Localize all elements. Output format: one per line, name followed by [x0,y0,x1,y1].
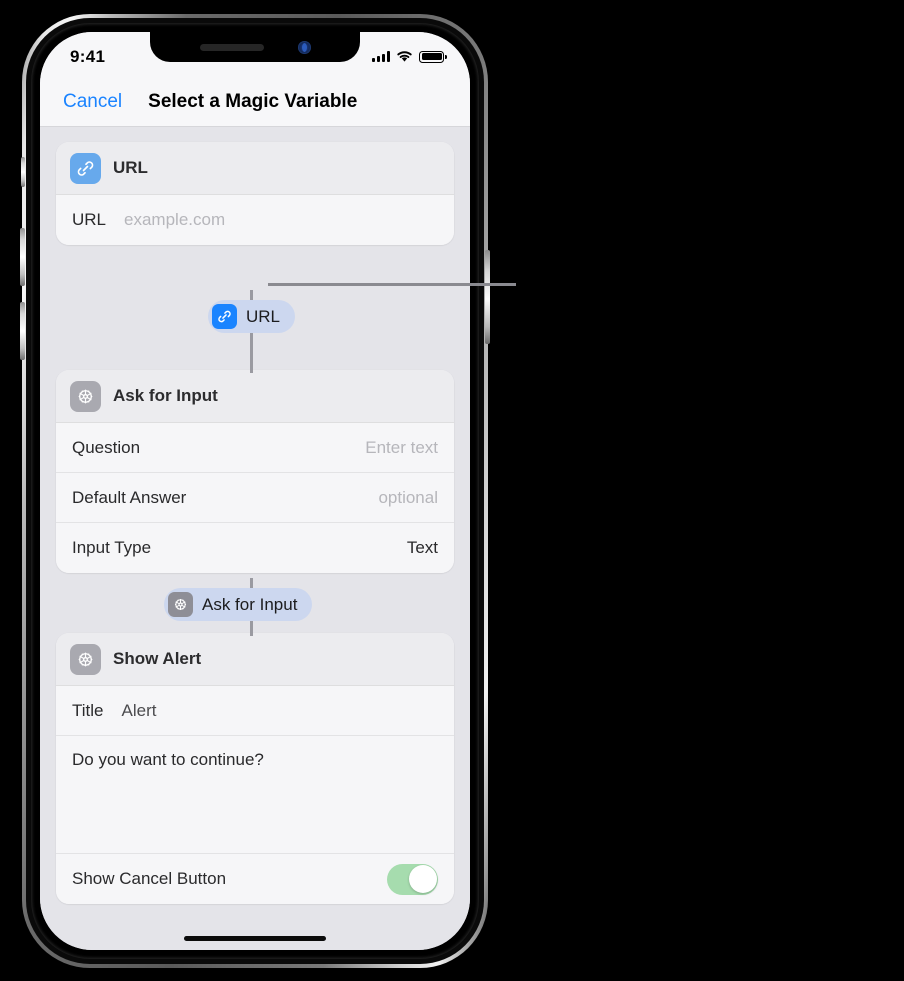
question-input[interactable]: Enter text [365,438,438,458]
link-icon [70,152,101,184]
iphone-device-frame: 9:41 Cancel Select a Magic Variable URL … [20,14,490,968]
show-cancel-button-toggle[interactable] [387,863,438,895]
link-icon [212,304,237,329]
row-label-alert-title: Title [72,700,104,720]
connector-pill-to-alert-card [250,621,253,636]
device-notch [150,32,360,62]
action-card-show-alert[interactable]: Show Alert Title Alert Do you want to co… [56,633,454,904]
home-indicator[interactable] [184,936,326,941]
card-header-url: URL [56,142,454,195]
row-label-question: Question [72,437,141,457]
magic-variable-pill-ask-for-input[interactable]: Ask for Input [164,588,313,621]
row-show-cancel-button[interactable]: Show Cancel Button [56,854,454,904]
alert-message-input[interactable]: Do you want to continue? [56,736,454,854]
row-input-type[interactable]: Input Type Text [56,523,454,573]
row-url-field[interactable]: URL example.com [56,195,454,245]
volume-down-button[interactable] [20,302,25,360]
toggle-knob [408,865,437,893]
row-label-show-cancel-button: Show Cancel Button [72,869,227,888]
gear-icon [70,643,101,675]
row-question[interactable]: Question Enter text [56,423,454,473]
magic-variable-label-url: URL [246,306,281,326]
connector-pill-to-ask-card [250,333,253,373]
status-bar-indicators [372,47,447,63]
magic-variable-pill-url[interactable]: URL [208,300,296,333]
status-bar-time: 9:41 [70,46,106,66]
input-type-value[interactable]: Text [407,538,438,558]
wifi-icon [397,51,412,62]
card-title-show-alert: Show Alert [113,649,202,668]
front-camera-icon [297,40,311,54]
shortcut-workflow-canvas[interactable]: URL URL example.com URL Ask for Input Qu… [40,126,470,950]
battery-icon [419,50,447,63]
default-answer-input[interactable]: optional [378,488,438,508]
callout-leader-line [268,283,516,286]
silent-switch-button[interactable] [21,157,25,187]
row-alert-title[interactable]: Title Alert [56,686,454,736]
action-card-ask-for-input[interactable]: Ask for Input Question Enter text Defaul… [56,370,454,573]
gear-icon [70,380,101,412]
alert-title-input[interactable]: Alert [122,701,157,721]
cancel-button[interactable]: Cancel [63,91,122,113]
magic-variable-label-ask-for-input: Ask for Input [202,594,298,614]
gear-icon [168,592,193,617]
phone-screen: 9:41 Cancel Select a Magic Variable URL … [40,32,470,950]
card-header-show-alert: Show Alert [56,633,454,686]
action-card-url[interactable]: URL URL example.com [56,142,454,245]
power-button[interactable] [485,250,490,344]
volume-up-button[interactable] [20,228,25,286]
row-label-default-answer: Default Answer [72,487,187,507]
card-header-ask-for-input: Ask for Input [56,370,454,423]
earpiece-speaker-icon [199,43,264,51]
row-label-url: URL [72,210,107,229]
cellular-signal-icon [372,51,390,62]
row-label-input-type: Input Type [72,538,152,557]
card-title-ask-for-input: Ask for Input [113,386,218,405]
page-title: Select a Magic Variable [148,91,358,112]
url-input[interactable]: example.com [124,210,225,230]
navigation-bar: Cancel Select a Magic Variable [40,78,470,127]
row-default-answer[interactable]: Default Answer optional [56,473,454,523]
card-title-url: URL [113,158,148,177]
